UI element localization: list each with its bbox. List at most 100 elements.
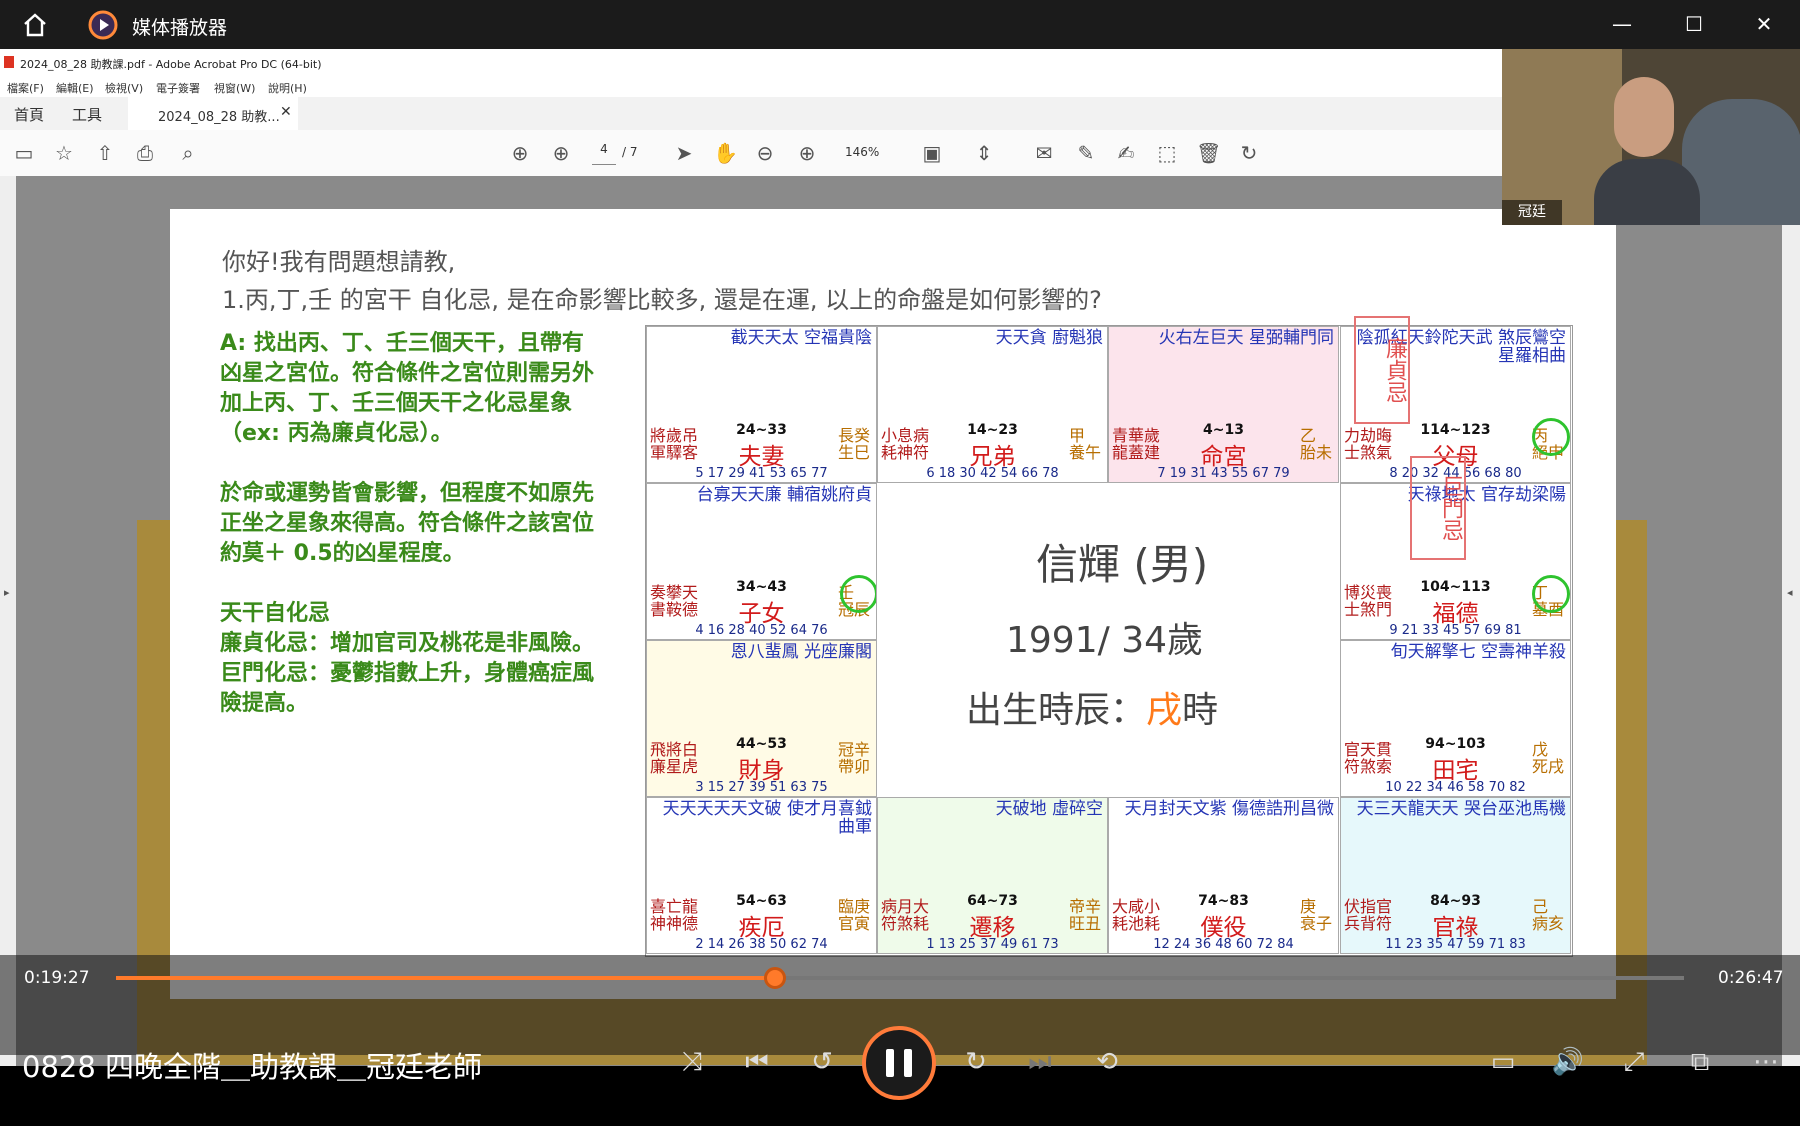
answer-paragraph-1: A: 找出丙、丁、壬三個天干，且帶有凶星之宮位。符合條件之宮位則需另外加上丙、丁… bbox=[220, 331, 595, 446]
highlight-pen-icon[interactable]: ✎ bbox=[1074, 141, 1098, 165]
zoom-level[interactable]: 146% bbox=[845, 145, 879, 159]
save-icon[interactable]: ▭ bbox=[12, 141, 36, 165]
seek-handle[interactable] bbox=[763, 967, 786, 989]
delete-icon[interactable]: 🗑 bbox=[1196, 141, 1221, 165]
cloud-upload-icon[interactable]: ⇧ bbox=[93, 141, 117, 165]
astrology-chart: 截天天太 空福貴陰 24~33 夫妻 將歲吊 軍驛客 長癸 生巳 5 17 29… bbox=[645, 316, 1573, 957]
palace-left-stars: 大咸小 耗池耗 bbox=[1112, 897, 1161, 933]
palace-cell: 恩八蜚鳳 光座廉閣 44~53 財身 飛將白 廉星虎 冠辛 帶卯 3 15 27… bbox=[646, 640, 877, 797]
palace-left-stars: 小息病 耗神符 bbox=[881, 426, 930, 462]
palace-left-stars: 將歲吊 軍驛客 bbox=[650, 426, 699, 462]
palace-years: 11 23 35 47 59 71 83 bbox=[1385, 937, 1526, 952]
fit-page-icon[interactable]: ▣ bbox=[920, 141, 944, 165]
tab-document[interactable]: 2024_08_28 助教... ✕ bbox=[128, 97, 298, 130]
palace-stars: 天月封天文紫 傷德誥刑昌微 bbox=[1124, 799, 1334, 819]
forward-30-icon[interactable]: ↻ bbox=[954, 1040, 998, 1084]
print-icon[interactable]: ⎙ bbox=[133, 141, 157, 165]
stamp-icon[interactable]: ⬚ bbox=[1155, 141, 1179, 165]
scroll-mode-icon[interactable]: ⇕ bbox=[972, 141, 996, 165]
menu-file[interactable]: 檔案(F) bbox=[7, 80, 44, 96]
close-button[interactable]: ✕ bbox=[1744, 8, 1784, 40]
answer-heading: 天干自化忌 bbox=[220, 601, 331, 626]
palace-left-stars: 奏攀天 書鞍德 bbox=[650, 583, 699, 619]
acrobat-menu-bar: 檔案(F) 編輯(E) 檢視(V) 電子簽署 視窗(W) 說明(H) bbox=[0, 77, 1502, 97]
palace-cell: 天三天龍天天 哭台巫池馬機 84~93 官祿 伏指官 兵背符 己 病亥 11 2… bbox=[1340, 797, 1571, 954]
palace-stars: 火右左巨天 星弼輔門同 bbox=[1158, 328, 1334, 348]
total-duration: 0:26:47 bbox=[1718, 968, 1784, 988]
menu-window[interactable]: 視窗(W) bbox=[214, 80, 255, 96]
answer-paragraph-2: 於命或運勢皆會影響，但程度不如原先正坐之星象來得高。符合條件之該宮位約莫＋ 0.… bbox=[220, 481, 595, 566]
palace-cell: 天天貪 廚魁狼 14~23 兄弟 小息病 耗神符 甲 養午 6 18 30 42… bbox=[877, 326, 1108, 483]
volume-icon[interactable]: 🔊 bbox=[1546, 1040, 1590, 1084]
acrobat-toolbar: ▭ ☆ ⇧ ⎙ ⌕ ⊕ ⊕ 4 / 7 ➤ ✋ ⊖ ⊕ 146% ▣ ⇕ ✉ ✎… bbox=[0, 130, 1502, 177]
palace-cell: 截天天太 空福貴陰 24~33 夫妻 將歲吊 軍驛客 長癸 生巳 5 17 29… bbox=[646, 326, 877, 483]
palace-left-stars: 喜亡龍 神神德 bbox=[650, 897, 699, 933]
page-total: / 7 bbox=[622, 145, 638, 159]
menu-edit[interactable]: 編輯(E) bbox=[56, 80, 94, 96]
palace-stars: 台寡天天廉 輔宿姚府貞 bbox=[696, 485, 872, 505]
page-down-icon[interactable]: ⊕ bbox=[549, 141, 573, 165]
palace-years: 7 19 31 43 55 67 79 bbox=[1157, 466, 1290, 481]
palace-cell: 火右左巨天 星弼輔門同 4~13 命宮 青華歲 龍蓋建 乙 胎未 7 19 31… bbox=[1108, 326, 1339, 483]
mini-player-icon[interactable]: ⧉ bbox=[1678, 1040, 1722, 1084]
highlight-ring bbox=[840, 575, 876, 613]
star-icon[interactable]: ☆ bbox=[52, 141, 76, 165]
more-options-icon[interactable]: ⋯ bbox=[1744, 1040, 1788, 1084]
highlight-ring bbox=[1532, 418, 1570, 456]
zoom-in-icon[interactable]: ⊕ bbox=[795, 141, 819, 165]
left-panel-collapsed[interactable]: ▸ bbox=[0, 176, 16, 1066]
palace-cell: 旬天解擎七 空壽神羊殺 94~103 田宅 官天貫 符煞索 戊 死戌 10 22… bbox=[1340, 640, 1571, 797]
rotate-icon[interactable]: ↻ bbox=[1237, 141, 1261, 165]
expand-right-icon[interactable]: ◂ bbox=[1787, 586, 1793, 599]
highlight-ring bbox=[1532, 575, 1570, 613]
question-line-1: 你好!我有問題想請教, bbox=[222, 248, 456, 276]
palace-branch: 庚 衰子 bbox=[1300, 897, 1333, 933]
tab-home[interactable]: 首頁 bbox=[14, 104, 44, 125]
expand-left-icon[interactable]: ▸ bbox=[4, 586, 10, 599]
rewind-10-icon[interactable]: ↺ bbox=[800, 1040, 844, 1084]
repeat-off-icon[interactable]: ⟲ bbox=[1085, 1040, 1129, 1084]
pdf-page: 你好!我有問題想請教, 1.丙,丁,壬 的宮干 自化忌, 是在命影響比較多, 還… bbox=[170, 209, 1616, 999]
select-arrow-icon[interactable]: ➤ bbox=[672, 141, 696, 165]
zoom-out-icon[interactable]: ⊖ bbox=[753, 141, 777, 165]
previous-icon[interactable]: ⏮ bbox=[735, 1040, 779, 1084]
acrobat-title-bar: 2024_08_28 助教課.pdf - Adobe Acrobat Pro D… bbox=[0, 49, 1502, 77]
comment-icon[interactable]: ✉ bbox=[1032, 141, 1056, 165]
answer-item-1: 廉貞化忌：增加官司及桃花是非風險。 bbox=[220, 631, 595, 656]
sign-icon[interactable]: ✍ bbox=[1114, 141, 1138, 165]
chart-center-hour: 出生時辰：戌時 bbox=[966, 681, 1218, 733]
birth-hour-label: 出生時辰： bbox=[966, 690, 1147, 731]
palace-years: 10 22 34 46 58 70 82 bbox=[1385, 780, 1526, 795]
palace-branch: 冠辛 帶卯 bbox=[838, 740, 871, 776]
page-up-icon[interactable]: ⊕ bbox=[508, 141, 532, 165]
tab-tools[interactable]: 工具 bbox=[72, 104, 102, 125]
annotation-box-jumen: 巨門忌 bbox=[1410, 456, 1466, 560]
palace-branch: 戊 死戌 bbox=[1532, 740, 1565, 776]
subtitles-icon[interactable]: ▭ bbox=[1481, 1040, 1525, 1084]
palace-left-stars: 力劫晦 士煞氣 bbox=[1344, 426, 1393, 462]
menu-view[interactable]: 檢視(V) bbox=[105, 80, 143, 96]
palace-branch: 帝辛 旺丑 bbox=[1069, 897, 1102, 933]
home-icon[interactable] bbox=[20, 10, 52, 40]
menu-help[interactable]: 說明(H) bbox=[268, 80, 307, 96]
palace-years: 6 18 30 42 54 66 78 bbox=[926, 466, 1059, 481]
maximize-button[interactable]: ☐ bbox=[1674, 8, 1714, 40]
palace-left-stars: 伏指官 兵背符 bbox=[1344, 897, 1393, 933]
fullscreen-icon[interactable]: ⤢ bbox=[1612, 1040, 1656, 1084]
acrobat-tabs: 首頁 工具 2024_08_28 助教... ✕ bbox=[0, 97, 1502, 131]
pause-button[interactable] bbox=[862, 1026, 936, 1100]
right-panel-collapsed[interactable]: ◂ bbox=[1782, 176, 1800, 1066]
shuffle-icon[interactable]: ⤨ bbox=[670, 1040, 714, 1084]
palace-branch: 臨庚 官寅 bbox=[838, 897, 871, 933]
chart-center-name: 信輝 (男) bbox=[1036, 540, 1209, 589]
minimize-button[interactable]: — bbox=[1602, 8, 1642, 40]
zoom-search-icon[interactable]: ⌕ bbox=[176, 141, 200, 165]
next-icon[interactable]: ⏭ bbox=[1018, 1040, 1062, 1084]
close-tab-icon[interactable]: ✕ bbox=[280, 104, 292, 120]
chart-center-year: 1991/ 34歲 bbox=[1006, 620, 1203, 661]
palace-stars: 旬天解擎七 空壽神羊殺 bbox=[1390, 642, 1566, 662]
menu-e-sign[interactable]: 電子簽署 bbox=[156, 80, 200, 96]
page-number-field[interactable]: 4 bbox=[592, 142, 616, 165]
hand-icon[interactable]: ✋ bbox=[713, 141, 738, 165]
palace-stars: 天天貪 廚魁狼 bbox=[995, 328, 1103, 348]
